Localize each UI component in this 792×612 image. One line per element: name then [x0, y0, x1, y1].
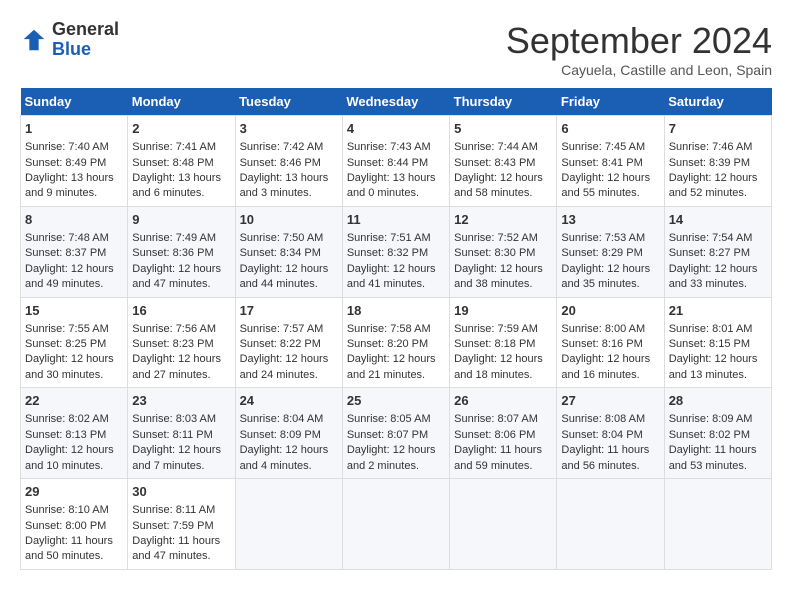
calendar-table: SundayMondayTuesdayWednesdayThursdayFrid… — [20, 88, 772, 570]
calendar-day-15: 15Sunrise: 7:55 AMSunset: 8:25 PMDayligh… — [21, 297, 128, 388]
page-header: General Blue September 2024 Cayuela, Cas… — [20, 20, 772, 78]
calendar-day-19: 19Sunrise: 7:59 AMSunset: 8:18 PMDayligh… — [450, 297, 557, 388]
logo: General Blue — [20, 20, 119, 60]
calendar-week-1: 1Sunrise: 7:40 AMSunset: 8:49 PMDaylight… — [21, 116, 772, 207]
day-header-saturday: Saturday — [664, 88, 771, 116]
month-title: September 2024 — [506, 20, 772, 62]
logo-general-text: General — [52, 19, 119, 39]
calendar-day-empty — [450, 479, 557, 570]
calendar-header-row: SundayMondayTuesdayWednesdayThursdayFrid… — [21, 88, 772, 116]
day-header-monday: Monday — [128, 88, 235, 116]
calendar-day-6: 6Sunrise: 7:45 AMSunset: 8:41 PMDaylight… — [557, 116, 664, 207]
calendar-day-16: 16Sunrise: 7:56 AMSunset: 8:23 PMDayligh… — [128, 297, 235, 388]
calendar-week-2: 8Sunrise: 7:48 AMSunset: 8:37 PMDaylight… — [21, 206, 772, 297]
calendar-day-7: 7Sunrise: 7:46 AMSunset: 8:39 PMDaylight… — [664, 116, 771, 207]
title-block: September 2024 Cayuela, Castille and Leo… — [506, 20, 772, 78]
calendar-day-9: 9Sunrise: 7:49 AMSunset: 8:36 PMDaylight… — [128, 206, 235, 297]
calendar-day-25: 25Sunrise: 8:05 AMSunset: 8:07 PMDayligh… — [342, 388, 449, 479]
calendar-day-22: 22Sunrise: 8:02 AMSunset: 8:13 PMDayligh… — [21, 388, 128, 479]
day-header-sunday: Sunday — [21, 88, 128, 116]
calendar-day-18: 18Sunrise: 7:58 AMSunset: 8:20 PMDayligh… — [342, 297, 449, 388]
calendar-day-30: 30Sunrise: 8:11 AMSunset: 7:59 PMDayligh… — [128, 479, 235, 570]
calendar-day-8: 8Sunrise: 7:48 AMSunset: 8:37 PMDaylight… — [21, 206, 128, 297]
calendar-day-empty — [557, 479, 664, 570]
calendar-week-3: 15Sunrise: 7:55 AMSunset: 8:25 PMDayligh… — [21, 297, 772, 388]
calendar-day-11: 11Sunrise: 7:51 AMSunset: 8:32 PMDayligh… — [342, 206, 449, 297]
calendar-day-27: 27Sunrise: 8:08 AMSunset: 8:04 PMDayligh… — [557, 388, 664, 479]
day-header-wednesday: Wednesday — [342, 88, 449, 116]
calendar-day-4: 4Sunrise: 7:43 AMSunset: 8:44 PMDaylight… — [342, 116, 449, 207]
calendar-day-empty — [664, 479, 771, 570]
calendar-week-4: 22Sunrise: 8:02 AMSunset: 8:13 PMDayligh… — [21, 388, 772, 479]
location-subtitle: Cayuela, Castille and Leon, Spain — [506, 62, 772, 78]
calendar-day-24: 24Sunrise: 8:04 AMSunset: 8:09 PMDayligh… — [235, 388, 342, 479]
calendar-day-14: 14Sunrise: 7:54 AMSunset: 8:27 PMDayligh… — [664, 206, 771, 297]
day-header-friday: Friday — [557, 88, 664, 116]
calendar-day-20: 20Sunrise: 8:00 AMSunset: 8:16 PMDayligh… — [557, 297, 664, 388]
day-header-thursday: Thursday — [450, 88, 557, 116]
calendar-day-13: 13Sunrise: 7:53 AMSunset: 8:29 PMDayligh… — [557, 206, 664, 297]
calendar-day-empty — [342, 479, 449, 570]
calendar-day-26: 26Sunrise: 8:07 AMSunset: 8:06 PMDayligh… — [450, 388, 557, 479]
calendar-day-3: 3Sunrise: 7:42 AMSunset: 8:46 PMDaylight… — [235, 116, 342, 207]
calendar-day-10: 10Sunrise: 7:50 AMSunset: 8:34 PMDayligh… — [235, 206, 342, 297]
calendar-day-5: 5Sunrise: 7:44 AMSunset: 8:43 PMDaylight… — [450, 116, 557, 207]
calendar-day-21: 21Sunrise: 8:01 AMSunset: 8:15 PMDayligh… — [664, 297, 771, 388]
logo-icon — [20, 26, 48, 54]
calendar-day-12: 12Sunrise: 7:52 AMSunset: 8:30 PMDayligh… — [450, 206, 557, 297]
calendar-day-1: 1Sunrise: 7:40 AMSunset: 8:49 PMDaylight… — [21, 116, 128, 207]
calendar-day-2: 2Sunrise: 7:41 AMSunset: 8:48 PMDaylight… — [128, 116, 235, 207]
calendar-day-empty — [235, 479, 342, 570]
day-header-tuesday: Tuesday — [235, 88, 342, 116]
calendar-day-28: 28Sunrise: 8:09 AMSunset: 8:02 PMDayligh… — [664, 388, 771, 479]
logo-blue-text: Blue — [52, 39, 91, 59]
calendar-week-5: 29Sunrise: 8:10 AMSunset: 8:00 PMDayligh… — [21, 479, 772, 570]
calendar-day-29: 29Sunrise: 8:10 AMSunset: 8:00 PMDayligh… — [21, 479, 128, 570]
calendar-day-23: 23Sunrise: 8:03 AMSunset: 8:11 PMDayligh… — [128, 388, 235, 479]
calendar-day-17: 17Sunrise: 7:57 AMSunset: 8:22 PMDayligh… — [235, 297, 342, 388]
